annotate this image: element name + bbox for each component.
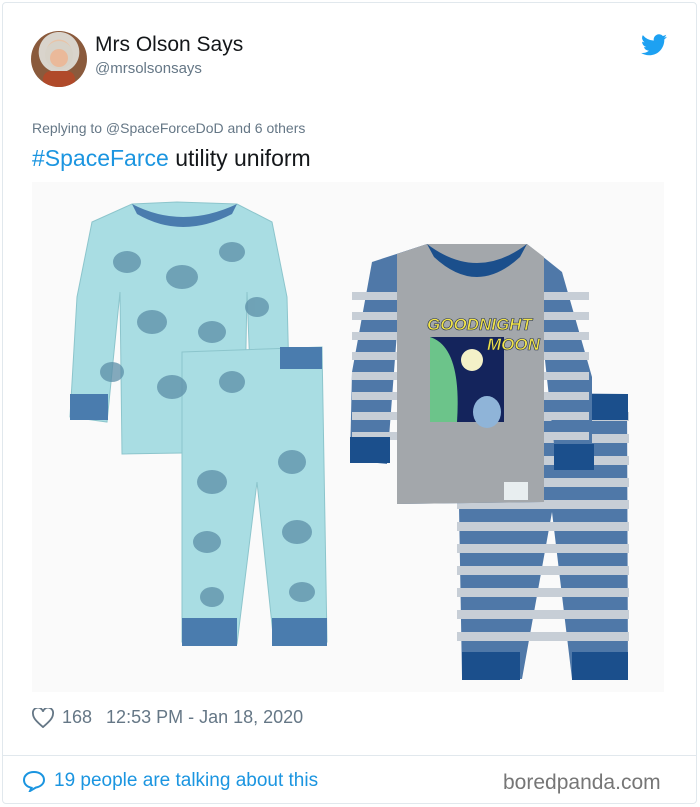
watermark: boredpanda.com: [503, 771, 661, 794]
reply-context[interactable]: Replying to @SpaceForceDoD and 6 others: [32, 120, 305, 136]
speech-bubble-icon: [22, 770, 46, 792]
user-display-name[interactable]: Mrs Olson Says: [95, 33, 243, 57]
right-pajama-shirt: [350, 244, 594, 504]
talking-link[interactable]: 19 people are talking about this: [22, 770, 318, 792]
tweet-meta: 168 12:53 PM - Jan 18, 2020: [32, 707, 303, 728]
hashtag-link[interactable]: #SpaceFarce: [32, 145, 169, 171]
heart-icon[interactable]: [32, 707, 54, 728]
avatar[interactable]: [31, 31, 87, 87]
right-pajama-print-line2: MOON: [487, 335, 541, 354]
user-handle[interactable]: @mrsolsonsays: [95, 60, 202, 77]
tweet-timestamp[interactable]: 12:53 PM - Jan 18, 2020: [106, 707, 303, 728]
talking-label[interactable]: 19 people are talking about this: [54, 770, 318, 792]
tweet-media-image[interactable]: GOODNIGHT MOON: [32, 182, 664, 692]
tweet-body: utility uniform: [168, 145, 311, 171]
footer-divider: [2, 755, 697, 756]
twitter-bird-icon[interactable]: [641, 34, 667, 56]
like-count[interactable]: 168: [62, 707, 92, 728]
right-pajama-print-line1: GOODNIGHT: [427, 315, 533, 334]
tweet-text: #SpaceFarce utility uniform: [32, 145, 311, 172]
